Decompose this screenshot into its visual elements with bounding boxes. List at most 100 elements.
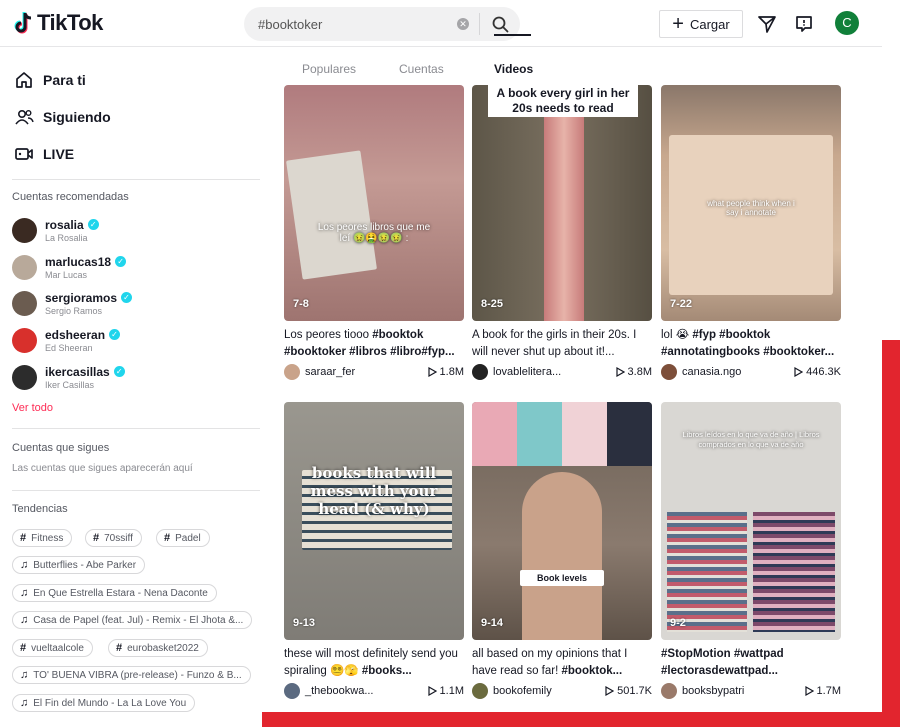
caption-text: lol 😭 [661,329,693,341]
nav-live[interactable]: LIVE [14,144,74,164]
trend-music[interactable]: ♫ Casa de Papel (feat. Jul) - Remix - El … [12,611,253,629]
logo-wordmark: TikTok [37,10,103,35]
play-icon [427,686,437,696]
account-edsheeran[interactable]: edsheeran ✓ Ed Sheeran [12,326,121,354]
account-name: marlucas18 [45,254,112,269]
video-thumbnail[interactable]: A book every girl in her 20s needs to re… [472,85,652,321]
verified-icon: ✓ [115,256,127,267]
messages-icon[interactable] [756,13,778,35]
video-caption[interactable]: #StopMotion #wattpad #lectorasdewattpad.… [661,646,841,680]
play-count: 1.1M [427,685,464,697]
profile-avatar[interactable]: C [835,11,859,35]
caption-text: A book for the girls in their 20s. I wil… [472,329,637,358]
video-date: 7-22 [670,298,693,310]
clear-search-icon[interactable]: ✕ [457,18,469,30]
account-subname: Ed Sheeran [45,342,93,353]
upload-button[interactable]: + Cargar [659,10,743,38]
video-author[interactable]: saraar_fer [305,366,428,378]
following-icon [14,107,34,127]
avatar[interactable] [661,364,677,380]
caption-tags[interactable]: #booktok... [562,665,623,677]
account-rosalia[interactable]: rosalia ✓ La Rosalia [12,216,99,244]
video-caption[interactable]: A book for the girls in their 20s. I wil… [472,327,652,361]
account-subname: Sergio Ramos [45,305,103,316]
tab-populares[interactable]: Populares [302,62,356,76]
account-sergioramos[interactable]: sergioramos ✓ Sergio Ramos [12,289,133,317]
hashtag-icon: # [164,532,171,544]
play-count-value: 3.8M [627,366,652,378]
trend-music[interactable]: ♫ Butterflies - Abe Parker [12,556,146,574]
upload-label: Cargar [689,16,730,32]
video-thumbnail[interactable]: books that will mess with your head (& w… [284,402,464,640]
trend-label: En Que Estrella Estara - Nena Daconte [33,587,208,599]
tiktok-logo[interactable]: TikTok [14,10,103,36]
play-icon [804,686,814,696]
trend-label: Padel [175,532,201,544]
video-meta: canasia.ngo 446.3K [661,364,841,380]
search-input[interactable]: #booktoker [244,17,457,32]
video-caption[interactable]: all based on my opinions that I have rea… [472,646,652,680]
avatar[interactable] [472,364,488,380]
caption-tags[interactable]: #books... [362,665,412,677]
trend-hashtag[interactable]: # vueltaalcole [12,639,93,657]
top-header: TikTok #booktoker ✕ + Cargar C [0,0,882,47]
plus-icon: + [672,13,684,35]
video-author[interactable]: lovableliteгa... [493,366,616,378]
person-image [522,472,602,640]
trend-label: Fitness [31,532,64,544]
trend-label: Casa de Papel (feat. Jul) - Remix - El J… [33,614,244,626]
video-caption[interactable]: lol 😭 #fyp #booktok #annotatingbooks #bo… [661,327,841,361]
video-author[interactable]: canasia.ngo [682,366,794,378]
search-bar: #booktoker ✕ [244,7,520,41]
trend-hashtag[interactable]: # eurobasket2022 [108,639,208,657]
music-note-icon: ♫ [20,559,29,571]
following-title: Cuentas que sigues [12,442,110,454]
book-image [286,150,377,280]
nav-para-ti[interactable]: Para ti [14,70,86,90]
play-count: 1.8M [427,366,464,378]
trend-hashtag[interactable]: #70ssiff [85,529,142,547]
tab-videos[interactable]: Videos [494,62,533,76]
play-count: 446.3K [794,366,841,378]
trend-hashtag[interactable]: # Padel [156,529,210,547]
trend-label: Butterflies - Abe Parker [33,559,137,571]
inbox-icon[interactable] [793,13,815,35]
caption-text: Los peores tiooo [284,329,373,341]
video-thumbnail[interactable]: Book levels 9-14 [472,402,652,640]
trend-label: vueltaalcole [31,642,84,654]
video-overlay-text: books that will mess with your head (& w… [310,464,438,518]
video-author[interactable]: _thebookwa... [305,685,428,697]
play-count-value: 1.7M [816,685,841,697]
sidebar-divider [12,490,260,491]
avatar[interactable] [284,683,300,699]
play-count-value: 1.1M [439,685,464,697]
trend-hashtag[interactable]: # Fitness [12,529,73,547]
video-thumbnail[interactable]: Libros leídos en lo que va de año | Libr… [661,402,841,640]
hashtag-icon: # [116,642,123,654]
caption-tags[interactable]: #StopMotion #wattpad #lectorasdewattpad.… [661,648,784,677]
trend-music[interactable]: ♫ El Fin del Mundo - La La Love You [12,694,196,712]
search-tabs: Populares Cuentas Videos [270,48,882,85]
avatar[interactable] [661,683,677,699]
video-author[interactable]: bookofemily [493,685,605,697]
video-caption[interactable]: Los peores tiooo #booktok #booktoker #li… [284,327,464,361]
see-all-link[interactable]: Ver todo [12,402,53,414]
trend-music[interactable]: ♫ TO' BUENA VIBRA (pre-release) - Funzo &… [12,666,251,684]
tab-cuentas[interactable]: Cuentas [399,62,444,76]
play-icon [794,367,804,377]
nav-label: Para ti [43,72,86,88]
account-ikercasillas[interactable]: ikercasillas ✓ Iker Casillas [12,363,125,391]
live-icon [14,144,34,164]
video-author[interactable]: booksbypatri [682,685,805,697]
video-caption[interactable]: these will most definitely send you spir… [284,646,464,680]
avatar[interactable] [472,683,488,699]
video-thumbnail[interactable]: Los peores libros que me leí 🤢🤮🤢🤢 : 7-8 [284,85,464,321]
video-overlay-text: what people think when i say i annotate [707,199,795,217]
play-count-value: 446.3K [806,366,841,378]
avatar[interactable] [284,364,300,380]
video-thumbnail[interactable]: what people think when i say i annotate … [661,85,841,321]
play-icon [427,367,437,377]
trend-music[interactable]: ♫ En Que Estrella Estara - Nena Daconte [12,584,217,602]
nav-siguiendo[interactable]: Siguiendo [14,107,111,127]
account-marlucas18[interactable]: marlucas18 ✓ Mar Lucas [12,253,127,281]
